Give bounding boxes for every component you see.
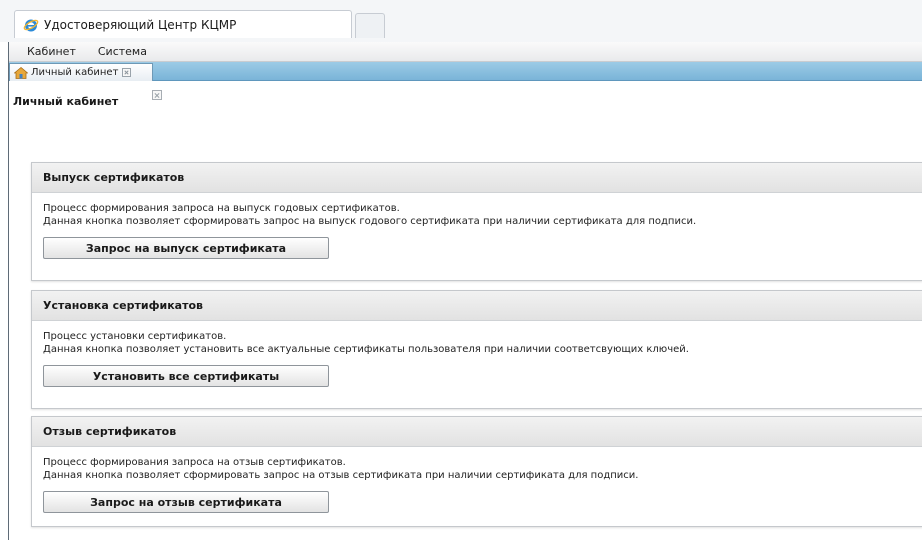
panel-description: Процесс формирования запроса на выпуск г… bbox=[43, 203, 400, 214]
tab-close-icon[interactable] bbox=[122, 68, 132, 77]
panel-description: Данная кнопка позволяет сформировать зап… bbox=[43, 216, 697, 227]
request-revoke-certificate-button[interactable]: Запрос на отзыв сертификата bbox=[43, 491, 329, 513]
menu-item-system[interactable]: Система bbox=[98, 45, 147, 58]
home-icon bbox=[14, 66, 28, 79]
panel-title: Установка сертификатов bbox=[43, 299, 203, 312]
app-frame: Кабинет Система Личный кабинет Личный ка… bbox=[8, 42, 922, 540]
browser-tab-title: Удостоверяющий Центр КЦМР bbox=[44, 17, 237, 32]
panel-description: Данная кнопка позволяет сформировать зап… bbox=[43, 470, 639, 481]
main-content: Личный кабинет Выпуск сертификатов Проце… bbox=[9, 81, 922, 539]
panel-body: Процесс формирования запроса на выпуск г… bbox=[32, 193, 922, 259]
panel-header: Выпуск сертификатов bbox=[32, 163, 922, 193]
panel-header: Отзыв сертификатов bbox=[32, 417, 922, 447]
new-tab-button[interactable] bbox=[355, 13, 385, 38]
menu-item-cabinet[interactable]: Кабинет bbox=[27, 45, 76, 58]
tab-label: Личный кабинет bbox=[31, 67, 119, 78]
menubar: Кабинет Система bbox=[9, 42, 922, 62]
panel-description: Процесс формирования запроса на отзыв се… bbox=[43, 457, 346, 468]
page-title: Личный кабинет bbox=[13, 95, 119, 108]
panel-description: Процесс установки сертификатов. bbox=[43, 331, 227, 342]
document-tabbar: Личный кабинет bbox=[9, 62, 922, 81]
request-issue-certificate-button[interactable]: Запрос на выпуск сертификата bbox=[43, 237, 329, 259]
panel-title: Выпуск сертификатов bbox=[43, 171, 185, 184]
internet-explorer-icon bbox=[23, 19, 39, 31]
page-close-icon[interactable] bbox=[152, 90, 162, 100]
panel-body: Процесс установки сертификатов. Данная к… bbox=[32, 321, 922, 387]
browser-tab-strip: Удостоверяющий Центр КЦМР bbox=[0, 0, 922, 42]
panel-certificate-install: Установка сертификатов Процесс установки… bbox=[31, 290, 922, 409]
panel-description: Данная кнопка позволяет установить все а… bbox=[43, 344, 689, 355]
panel-certificate-revoke: Отзыв сертификатов Процесс формирования … bbox=[31, 416, 922, 527]
panel-certificate-issue: Выпуск сертификатов Процесс формирования… bbox=[31, 162, 922, 281]
browser-tab[interactable]: Удостоверяющий Центр КЦМР bbox=[14, 10, 352, 38]
install-all-certificates-button[interactable]: Установить все сертификаты bbox=[43, 365, 329, 387]
panel-header: Установка сертификатов bbox=[32, 291, 922, 321]
panel-title: Отзыв сертификатов bbox=[43, 425, 177, 438]
panel-body: Процесс формирования запроса на отзыв се… bbox=[32, 447, 922, 513]
tab-personal-cabinet[interactable]: Личный кабинет bbox=[9, 63, 153, 81]
